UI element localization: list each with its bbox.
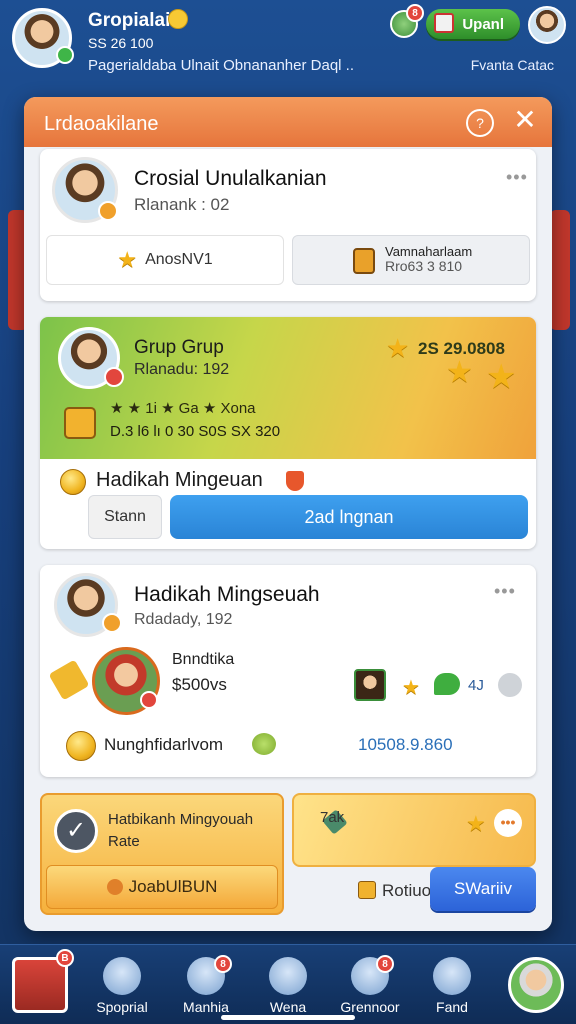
home-icon bbox=[103, 957, 141, 995]
nav-item-0[interactable]: Spoprial bbox=[82, 945, 162, 1024]
top-right-label[interactable]: Fvanta Catac bbox=[471, 57, 554, 73]
gift-icon bbox=[434, 13, 454, 33]
group-level-icon bbox=[104, 367, 124, 387]
player-level-icon bbox=[102, 613, 122, 633]
broom-icon bbox=[48, 659, 90, 701]
group-sub: Rlanadu: 192 bbox=[134, 361, 230, 378]
task-left-sub: Rate bbox=[108, 833, 140, 850]
home-indicator bbox=[221, 1015, 355, 1020]
task-card-left: ✓ Hatbikanh Mingyouah Rate JoabUlBUN bbox=[40, 793, 284, 915]
task-star-icon: ★ bbox=[466, 811, 486, 836]
player-card: Hadikah Mingseuah Rdadady, 192 ••• Bnndt… bbox=[40, 565, 536, 777]
profile-card: Crosial Unulalkanian Rlanank : 02 ••• ★ … bbox=[40, 149, 536, 301]
close-icon[interactable]: ✕ bbox=[510, 105, 540, 135]
task-right-button-label: SWariiv bbox=[454, 879, 512, 898]
friend-avatar[interactable] bbox=[528, 6, 566, 44]
small-star-icon: ★ bbox=[402, 677, 420, 699]
shop-badge: B bbox=[56, 949, 74, 967]
nav-label-2: Wena bbox=[269, 999, 307, 1015]
bottom-nav: B Spoprial Manhia 8 Wena Grennoor 8 Fand bbox=[0, 944, 576, 1024]
profile-nav-avatar[interactable] bbox=[508, 957, 564, 1013]
group-reward-label: Hadikah Mingeuan bbox=[96, 469, 263, 491]
user-id: SS 26 100 bbox=[88, 35, 154, 51]
nav-badge-3: 8 bbox=[376, 955, 394, 973]
chest-icon bbox=[353, 248, 375, 274]
gift-pill-label: Upanl bbox=[462, 15, 504, 33]
join-button-label: 2ad lngnan bbox=[304, 506, 394, 527]
shield-icon bbox=[286, 471, 304, 491]
group-name: Grup Grup bbox=[134, 337, 224, 358]
task-left-button-label: JoabUlBUN bbox=[128, 877, 218, 896]
rank-button[interactable]: ★ AnosNV1 bbox=[46, 235, 284, 285]
money-icon bbox=[252, 733, 276, 755]
nav-label-0: Spoprial bbox=[96, 999, 148, 1015]
nav-item-2[interactable]: Wena bbox=[248, 945, 328, 1024]
profile-name: Crosial Unulalkanian bbox=[134, 167, 327, 190]
nav-label-1: Manhia bbox=[183, 999, 229, 1015]
rank-button-label: AnosNV1 bbox=[145, 251, 213, 268]
group-card: Grup Grup Rlanadu: 192 ★ 2S 29.0808 ★ ★ … bbox=[40, 317, 536, 549]
player-bottom-value: 10508.9.860 bbox=[358, 735, 453, 754]
user-name: Gropialai bbox=[88, 10, 171, 31]
side-panel-right bbox=[550, 210, 570, 330]
nav-item-1[interactable]: Manhia bbox=[166, 945, 246, 1024]
task-more-icon[interactable]: ••• bbox=[494, 809, 522, 837]
join-button[interactable]: 2ad lngnan bbox=[170, 495, 528, 539]
dialog-title: Lrdaoakilane bbox=[44, 113, 159, 135]
star-icon: ★ bbox=[117, 247, 138, 272]
player-bottom-label: Nunghfidarlvom bbox=[104, 735, 224, 754]
friend-thumb-avatar[interactable] bbox=[354, 669, 386, 701]
score-star-icon: ★ bbox=[386, 333, 410, 363]
decor-star-icon: ★ bbox=[446, 356, 473, 389]
check-icon[interactable]: ✓ bbox=[54, 809, 98, 853]
nav-item-3[interactable]: Grennoor bbox=[330, 945, 410, 1024]
reward-title: Bnndtika bbox=[172, 651, 235, 668]
stand-button-label: Stann bbox=[104, 508, 146, 525]
reward-value: $500vs bbox=[172, 675, 227, 694]
player-sub: Rdadady, 192 bbox=[134, 611, 233, 628]
profile-rank: Rlanank : 02 bbox=[134, 195, 230, 214]
task-left-button[interactable]: JoabUlBUN bbox=[46, 865, 278, 909]
level-badge-icon bbox=[98, 201, 118, 221]
coin-icon bbox=[60, 469, 86, 495]
dialog: Lrdaoakilane ? ✕ Crosial Unulalkanian Rl… bbox=[24, 97, 552, 931]
chest-button-title: Vamnaharlaam bbox=[385, 244, 473, 260]
nav-label-4: Fand bbox=[436, 999, 468, 1015]
chest-button[interactable]: Vamnaharlaam Rro63 3 810 bbox=[292, 235, 530, 285]
settings-icon[interactable] bbox=[498, 673, 522, 697]
stand-button[interactable]: Stann bbox=[88, 495, 162, 539]
group-stats-row1: ★ ★ 1i ★ Ga ★ Xona bbox=[110, 400, 256, 417]
group-stats-row2: D.3 l6 lı 0 30 S0S SX 320 bbox=[110, 423, 281, 440]
gear-icon bbox=[433, 957, 471, 995]
online-status-icon bbox=[56, 46, 74, 64]
reward-badge-icon bbox=[140, 691, 158, 709]
nav-label-3: Grennoor bbox=[340, 999, 400, 1015]
notification-badge: 8 bbox=[406, 4, 424, 22]
nav-item-4[interactable]: Fand bbox=[412, 945, 492, 1024]
task-right-text: Rotiuo bbox=[382, 881, 432, 900]
help-icon[interactable]: ? bbox=[466, 109, 494, 137]
gift-pill-button[interactable]: Upanl bbox=[426, 9, 520, 39]
task-right-label: 7ak bbox=[320, 809, 345, 826]
treasure-chest-icon bbox=[64, 407, 96, 439]
smile-emoji-icon bbox=[168, 9, 188, 29]
box-icon bbox=[358, 881, 376, 899]
house-icon bbox=[269, 957, 307, 995]
decor-star-icon-2: ★ bbox=[486, 358, 517, 396]
chest-button-sub: Rro63 3 810 bbox=[385, 258, 463, 275]
nav-badge-1: 8 bbox=[214, 955, 232, 973]
coin-stack-icon bbox=[66, 731, 96, 761]
player-name: Hadikah Mingseuah bbox=[134, 583, 320, 606]
player-more-options-icon[interactable]: ••• bbox=[494, 581, 516, 602]
more-options-icon[interactable]: ••• bbox=[506, 167, 528, 188]
task-left-title: Hatbikanh Mingyouah bbox=[108, 811, 254, 828]
bag-icon bbox=[106, 879, 123, 895]
chat-icon[interactable] bbox=[434, 673, 460, 695]
chat-count: 4J bbox=[468, 677, 484, 694]
status-message: Pagerialdaba Ulnait Obnananher Daql .. bbox=[88, 57, 355, 74]
task-right-button[interactable]: SWariiv bbox=[430, 867, 536, 911]
